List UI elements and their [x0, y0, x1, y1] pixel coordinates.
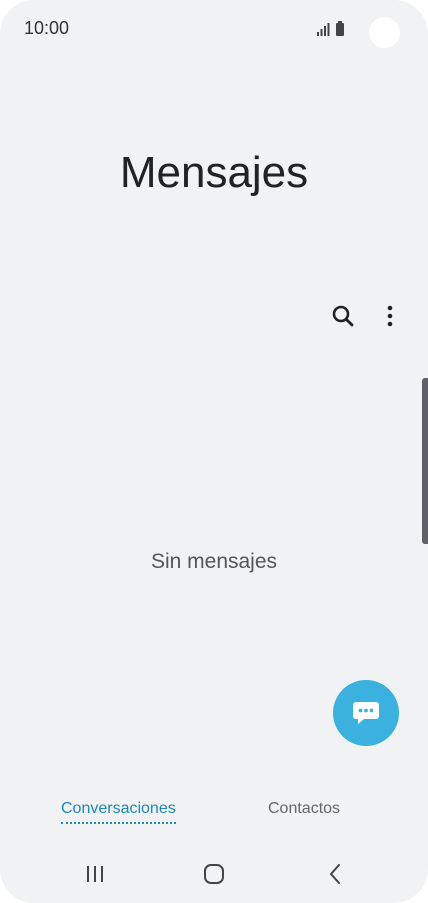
chat-icon — [353, 702, 379, 724]
battery-icon — [336, 21, 344, 36]
back-icon — [330, 864, 340, 884]
recents-button[interactable] — [80, 860, 110, 888]
home-button[interactable] — [199, 860, 229, 888]
phone-screen: 10:00 Mensajes Sin mensajes Conversacion… — [0, 0, 428, 903]
back-button[interactable] — [320, 860, 350, 888]
home-icon — [204, 864, 224, 884]
status-bar: 10:00 — [0, 0, 428, 58]
tab-conversations[interactable]: Conversaciones — [61, 800, 176, 824]
tab-contacts[interactable]: Contactos — [268, 800, 340, 818]
tab-bar: Conversaciones Contactos — [0, 788, 428, 838]
status-time: 10:00 — [24, 18, 70, 38]
more-vertical-icon — [387, 305, 393, 327]
search-button[interactable] — [323, 296, 363, 336]
app-title: Mensajes — [119, 148, 309, 197]
more-options-button[interactable] — [370, 296, 410, 336]
navigation-bar — [0, 850, 428, 898]
scroll-indicator[interactable] — [422, 378, 428, 544]
recents-icon — [87, 866, 103, 882]
status-icons — [317, 21, 344, 36]
camera-cutout — [369, 17, 400, 48]
compose-message-button[interactable] — [333, 680, 399, 746]
signal-icon — [317, 23, 330, 36]
empty-state-text: Sin mensajes — [150, 550, 278, 573]
search-icon — [332, 305, 354, 327]
